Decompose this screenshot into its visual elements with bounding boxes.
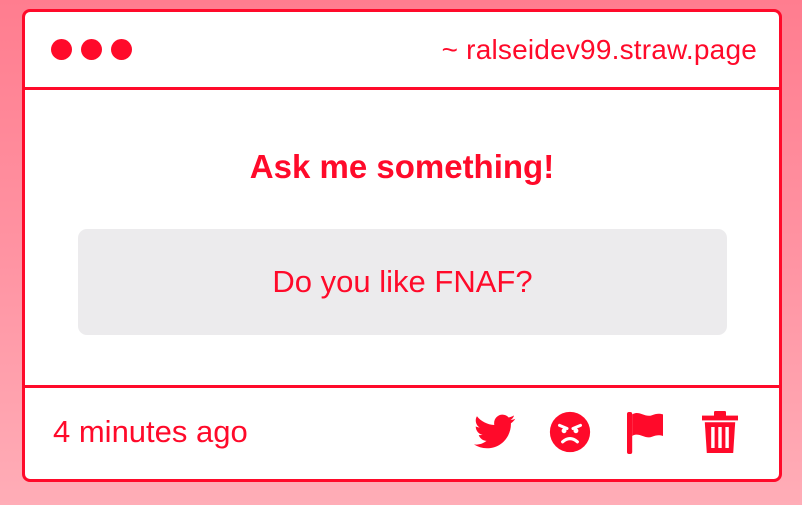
angry-face-icon [549,411,591,453]
window-dot [111,39,132,60]
trash-icon [702,411,738,453]
question-content: Ask me something! Do you like FNAF? [25,90,779,388]
window-dots [51,39,132,60]
twitter-icon [474,414,516,449]
delete-button[interactable] [699,411,741,453]
question-text: Do you like FNAF? [78,229,727,335]
twitter-share-button[interactable] [474,411,516,453]
card-footer: 4 minutes ago [25,388,779,476]
question-card: ~ ralseidev99.straw.page Ask me somethin… [22,9,782,482]
site-url[interactable]: ~ ralseidev99.straw.page [442,34,757,66]
window-dot [51,39,72,60]
timestamp: 4 minutes ago [53,414,248,449]
window-dot [81,39,102,60]
flag-icon [627,412,663,454]
window-titlebar: ~ ralseidev99.straw.page [25,12,779,90]
page-title: Ask me something! [249,148,555,185]
react-angry-button[interactable] [549,411,591,453]
report-button[interactable] [624,411,666,454]
action-bar [474,411,741,454]
